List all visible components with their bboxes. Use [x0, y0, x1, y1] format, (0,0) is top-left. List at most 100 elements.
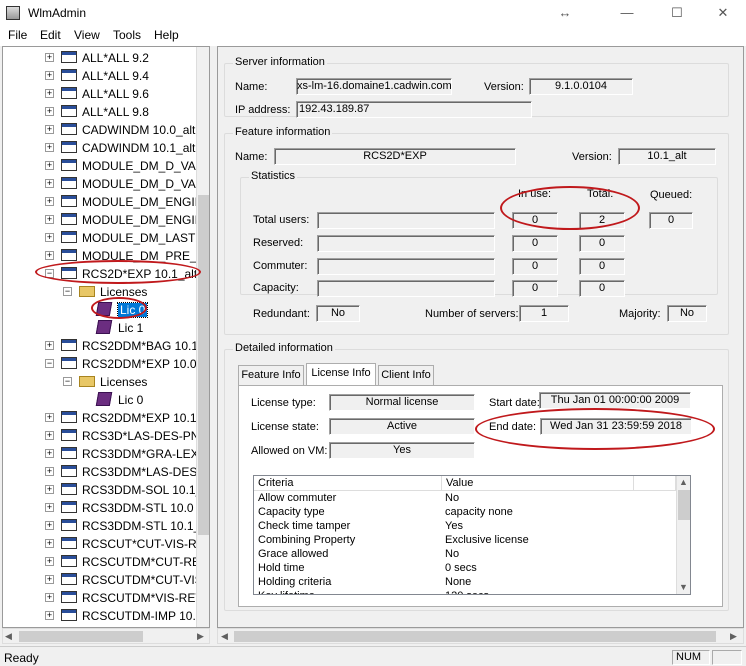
- value-column-header[interactable]: Value: [442, 476, 634, 491]
- expand-icon[interactable]: +: [45, 215, 54, 224]
- tree-folder-licenses[interactable]: − Licenses: [3, 373, 193, 391]
- tree-hscroll-thumb[interactable]: [19, 631, 143, 642]
- criteria-table[interactable]: Criteria Value Allow commuter No Capacity …: [253, 475, 691, 595]
- tree-feature-item[interactable]: + RCS3DDM-SOL 10.1_a: [3, 481, 209, 499]
- tree-feature-item[interactable]: − RCS2DDM*EXP 10.0_a: [3, 355, 209, 373]
- tree-feature-item[interactable]: + MODULE_DM_ENGIN: [3, 211, 203, 229]
- details-scroll-right-icon[interactable]: ▶: [730, 631, 737, 642]
- collapse-icon[interactable]: −: [63, 377, 72, 386]
- tree-feature-item[interactable]: + RCS3DDM*GRA-LEX 1: [3, 445, 209, 463]
- tree-feature-item[interactable]: + RCS2DDM*EXP 10.1_a: [3, 409, 209, 427]
- table-row[interactable]: Grace allowed No: [254, 548, 674, 562]
- expand-icon[interactable]: +: [45, 557, 54, 566]
- details-horizontal-scrollbar[interactable]: ◀ ▶: [217, 628, 744, 644]
- expand-icon[interactable]: +: [45, 143, 54, 152]
- scroll-left-icon[interactable]: ◀: [5, 631, 12, 642]
- expand-icon[interactable]: +: [45, 575, 54, 584]
- criteria-column-header[interactable]: Criteria: [254, 476, 442, 491]
- tree-feature-item[interactable]: + ALL*ALL 9.2: [3, 49, 193, 67]
- expand-icon[interactable]: +: [45, 71, 54, 80]
- maximize-button[interactable]: ☐: [654, 0, 700, 26]
- table-row[interactable]: Capacity type capacity none: [254, 506, 674, 520]
- table-scroll-thumb[interactable]: [678, 490, 690, 520]
- tab-license-info[interactable]: License Info: [306, 363, 376, 385]
- tree-license-item[interactable]: Lic 0: [3, 301, 193, 319]
- expand-icon[interactable]: +: [45, 107, 54, 116]
- table-vertical-scrollbar[interactable]: ▲ ▼: [676, 476, 690, 594]
- tree-feature-item[interactable]: + RCS2DDM*BAG 10.1_a: [3, 337, 209, 355]
- collapse-icon[interactable]: −: [63, 287, 72, 296]
- tree-scroll-thumb[interactable]: [198, 195, 209, 535]
- feature-tree[interactable]: + ALL*ALL 9.2 + ALL*ALL 9.4 + ALL*ALL 9.6 + ALL…: [2, 46, 210, 628]
- tree-feature-item[interactable]: + RCSCUTDM-IMP 10.1: [3, 607, 202, 625]
- menu-help[interactable]: Help: [154, 28, 179, 42]
- expand-icon[interactable]: +: [45, 89, 54, 98]
- app-icon[interactable]: [6, 6, 20, 20]
- expand-icon[interactable]: +: [45, 341, 54, 350]
- expand-icon[interactable]: +: [45, 197, 54, 206]
- tree-feature-item[interactable]: + CADWINDM 10.1_alt: [3, 139, 195, 157]
- menu-file[interactable]: File: [8, 28, 27, 42]
- expand-icon[interactable]: +: [45, 251, 54, 260]
- tree-feature-item[interactable]: + CADWINDM 10.0_alt: [3, 121, 195, 139]
- expand-icon[interactable]: +: [45, 593, 54, 602]
- tree-feature-item[interactable]: + RCSCUTDM*VIS-RET-: [3, 589, 206, 607]
- tree-vertical-scrollbar[interactable]: [196, 47, 209, 627]
- tree-license-item[interactable]: Lic 0: [3, 391, 193, 409]
- table-row[interactable]: Check time tamper Yes: [254, 520, 674, 534]
- tree-feature-item[interactable]: + RCSCUTDM*CUT-RET: [3, 553, 207, 571]
- expand-icon[interactable]: +: [45, 449, 54, 458]
- tab-feature-info[interactable]: Feature Info: [238, 365, 304, 385]
- expand-icon[interactable]: +: [45, 125, 54, 134]
- details-hscroll-thumb[interactable]: [234, 631, 716, 642]
- tree-feature-item[interactable]: + MODULE_DM_LAST 1: [3, 229, 205, 247]
- collapse-icon[interactable]: −: [45, 359, 54, 368]
- tree-item-label: RCSCUT*CUT-VIS-RET: [82, 537, 210, 551]
- table-row[interactable]: Combining Property Exclusive license: [254, 534, 674, 548]
- expand-icon[interactable]: +: [45, 611, 54, 620]
- tree-feature-item[interactable]: + ALL*ALL 9.6: [3, 85, 193, 103]
- tab-client-info[interactable]: Client Info: [378, 365, 434, 385]
- tree-feature-item[interactable]: + ALL*ALL 9.4: [3, 67, 193, 85]
- close-button[interactable]: ✕: [700, 0, 746, 26]
- menu-edit[interactable]: Edit: [40, 28, 61, 42]
- tree-feature-item[interactable]: + ALL*ALL 9.8: [3, 103, 193, 121]
- expand-icon[interactable]: +: [45, 233, 54, 242]
- table-row[interactable]: Holding criteria None: [254, 576, 674, 590]
- expand-icon[interactable]: +: [45, 161, 54, 170]
- expand-icon[interactable]: +: [45, 413, 54, 422]
- details-scroll-left-icon[interactable]: ◀: [221, 631, 228, 642]
- tree-feature-item[interactable]: + RCSCUT*CUT-VIS-RET: [3, 535, 209, 553]
- expand-icon[interactable]: +: [45, 53, 54, 62]
- tree-feature-item[interactable]: − RCS2D*EXP 10.1_alt: [3, 265, 197, 283]
- tree-feature-item[interactable]: + RCS3DDM-STL 10.1_a: [3, 517, 207, 535]
- minimize-button[interactable]: —: [604, 0, 650, 26]
- tree-feature-item[interactable]: + RCS3DDM-STL 10.0: [3, 499, 194, 517]
- expand-icon[interactable]: +: [45, 485, 54, 494]
- scroll-right-icon[interactable]: ▶: [197, 631, 204, 642]
- tree-feature-item[interactable]: + MODULE_DM_ENGIN: [3, 193, 203, 211]
- expand-icon[interactable]: +: [45, 467, 54, 476]
- table-row[interactable]: Allow commuter No: [254, 492, 674, 506]
- collapse-icon[interactable]: −: [45, 269, 54, 278]
- menu-tools[interactable]: Tools: [113, 28, 141, 42]
- expand-icon[interactable]: +: [45, 521, 54, 530]
- tree-feature-item[interactable]: + MODULE_DM_D_VAU: [3, 175, 204, 193]
- scroll-up-icon[interactable]: ▲: [679, 477, 688, 487]
- table-row[interactable]: Hold time 0 secs: [254, 562, 674, 576]
- tree-feature-item[interactable]: + MODULE_DM_D_VAU: [3, 157, 204, 175]
- expand-icon[interactable]: +: [45, 431, 54, 440]
- tree-feature-item[interactable]: + MODULE_DM_PRE_CC: [3, 247, 209, 265]
- tree-feature-item[interactable]: + RCS3DDM*LAS-DES-P: [3, 463, 209, 481]
- expand-icon[interactable]: +: [45, 503, 54, 512]
- tree-horizontal-scrollbar[interactable]: ◀ ▶: [2, 628, 210, 644]
- expand-icon[interactable]: +: [45, 179, 54, 188]
- scroll-down-icon[interactable]: ▼: [679, 582, 688, 592]
- expand-icon[interactable]: +: [45, 539, 54, 548]
- table-row[interactable]: Key lifetime 120 secs: [254, 590, 674, 594]
- menu-view[interactable]: View: [74, 28, 100, 42]
- tree-feature-item[interactable]: + RCSCUTDM*CUT-VIS: [3, 571, 203, 589]
- tree-license-item[interactable]: Lic 1: [3, 319, 193, 337]
- tree-feature-item[interactable]: + RCS3D*LAS-DES-PNT: [3, 427, 207, 445]
- tree-folder-licenses[interactable]: − Licenses: [3, 283, 193, 301]
